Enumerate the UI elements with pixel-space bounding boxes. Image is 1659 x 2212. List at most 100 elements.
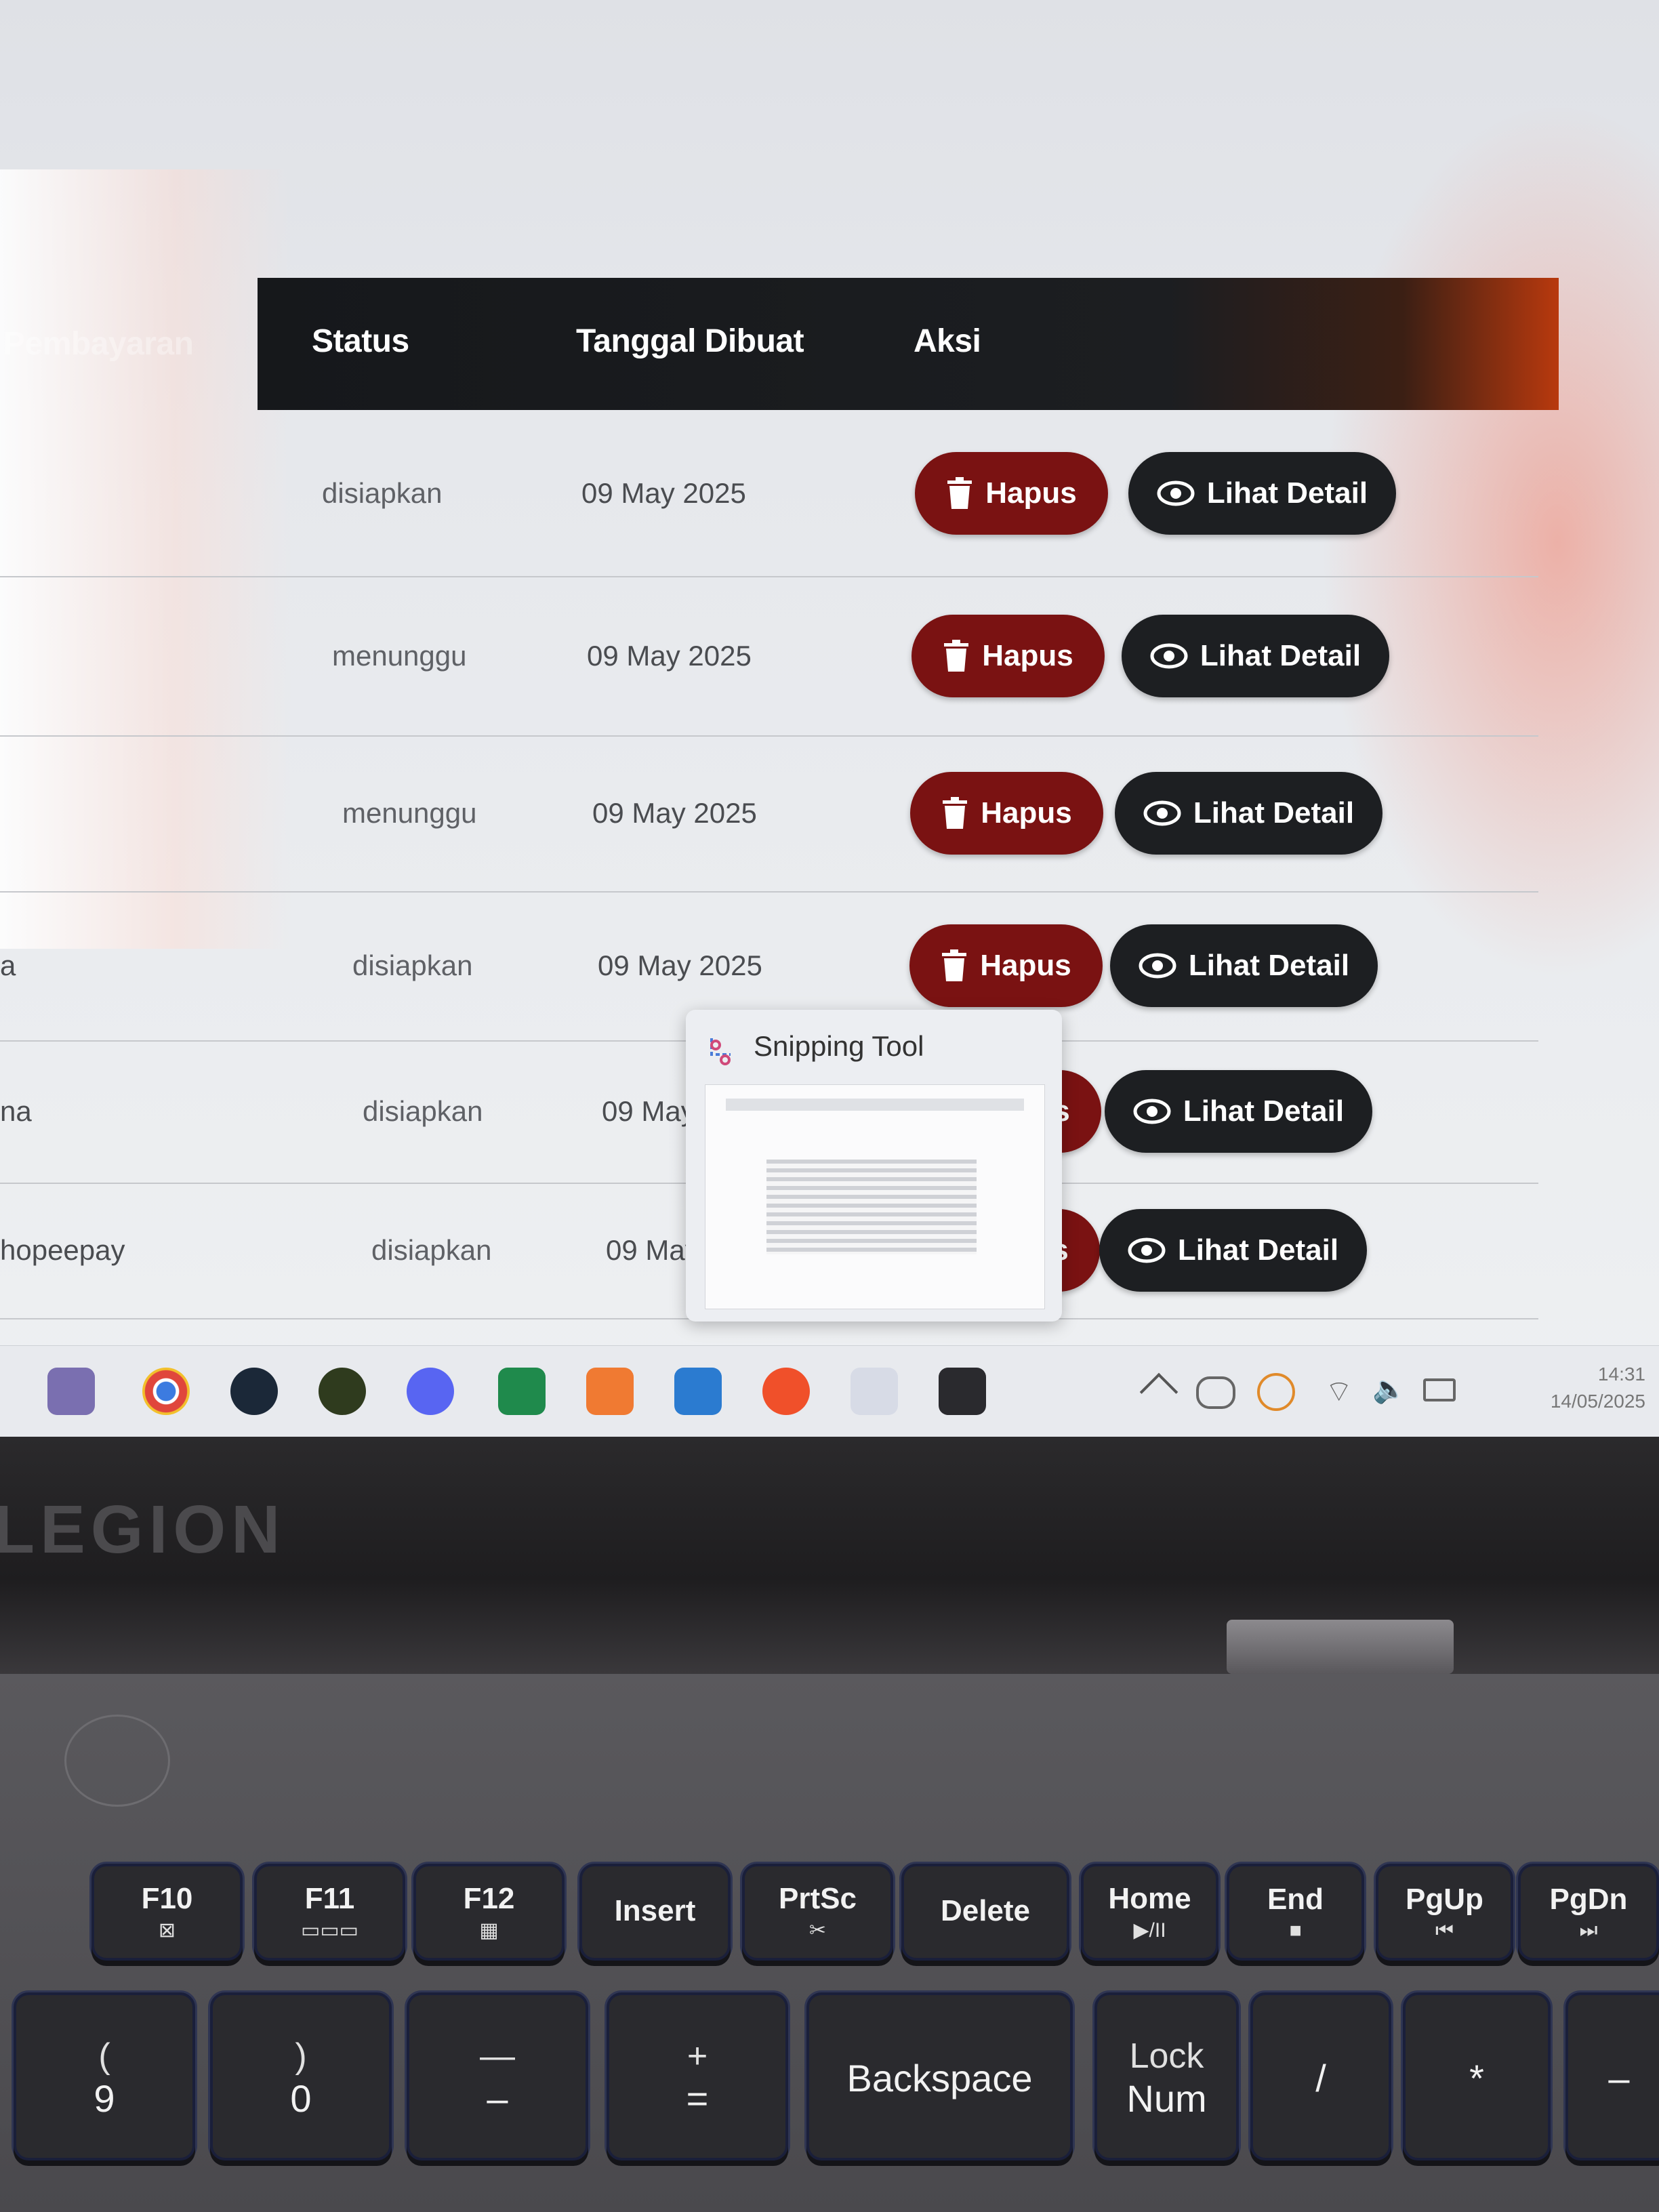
key-backspace[interactable]: Backspace bbox=[806, 1992, 1073, 2160]
trash-icon bbox=[947, 476, 972, 509]
hapus-button[interactable]: Hapus bbox=[912, 614, 1105, 697]
key-label: Home bbox=[1108, 1882, 1191, 1915]
key-end[interactable]: End ■ bbox=[1227, 1864, 1364, 1961]
brand-logo: LEGION bbox=[0, 1492, 286, 1568]
game-launcher-icon[interactable] bbox=[319, 1368, 366, 1415]
lihat-detail-button[interactable]: Lihat Detail bbox=[1122, 614, 1389, 697]
key-label: Insert bbox=[614, 1893, 696, 1927]
lihat-detail-label: Lihat Detail bbox=[1188, 949, 1350, 982]
key-equals[interactable]: + = bbox=[607, 1992, 788, 2160]
lihat-detail-button[interactable]: Lihat Detail bbox=[1105, 1070, 1372, 1153]
key-sublabel: ⏮ bbox=[1435, 1919, 1454, 1942]
status-cell: disiapkan bbox=[371, 1234, 492, 1266]
key-num-lock[interactable]: Lock Num bbox=[1094, 1992, 1239, 2160]
lihat-detail-button[interactable]: Lihat Detail bbox=[1128, 451, 1396, 535]
key-f10[interactable]: F10 ⊠ bbox=[91, 1864, 243, 1961]
eye-icon bbox=[1133, 1099, 1171, 1124]
header-pembayaran: Pembayaran bbox=[3, 326, 194, 362]
chrome-icon[interactable] bbox=[142, 1368, 190, 1415]
key-sublabel: ■ bbox=[1289, 1919, 1302, 1942]
key-sublabel: ▦ bbox=[479, 1919, 499, 1942]
chevron-up-icon[interactable] bbox=[1139, 1372, 1179, 1412]
eye-icon bbox=[1150, 643, 1188, 668]
status-cell: menunggu bbox=[332, 639, 467, 672]
key-asterisk[interactable]: * bbox=[1403, 1992, 1551, 2160]
power-button[interactable] bbox=[64, 1715, 170, 1807]
terminal-icon[interactable] bbox=[939, 1368, 986, 1415]
key-insert[interactable]: Insert bbox=[579, 1864, 731, 1961]
postman-icon[interactable] bbox=[762, 1368, 810, 1415]
clock-date: 14/05/2025 bbox=[1550, 1391, 1645, 1412]
eye-icon bbox=[1143, 800, 1181, 826]
snipping-tool-title: Snipping Tool bbox=[754, 1030, 924, 1062]
sync-icon[interactable] bbox=[1257, 1373, 1295, 1411]
key-label: PgDn bbox=[1549, 1882, 1628, 1916]
eye-icon bbox=[1128, 1237, 1166, 1263]
photos-icon[interactable] bbox=[47, 1368, 95, 1415]
date-cell: 09 May 2025 bbox=[587, 639, 752, 672]
table-row: disiapkan 09 May 2025 Hapus Lihat Detail bbox=[0, 410, 1538, 577]
snipping-tool-preview[interactable]: Snipping Tool bbox=[686, 1010, 1062, 1322]
volume-muted-icon[interactable]: 🔈 bbox=[1372, 1373, 1406, 1407]
hapus-label: Hapus bbox=[982, 638, 1073, 672]
key-home[interactable]: Home ▶/II bbox=[1081, 1864, 1218, 1961]
xampp-icon[interactable] bbox=[586, 1368, 634, 1415]
trash-icon bbox=[944, 639, 969, 672]
lihat-detail-button[interactable]: Lihat Detail bbox=[1115, 772, 1382, 855]
status-cell: menunggu bbox=[342, 797, 477, 829]
snipping-tool-icon bbox=[710, 1038, 731, 1065]
snipping-tool-thumbnail[interactable] bbox=[705, 1084, 1045, 1309]
key-delete[interactable]: Delete bbox=[901, 1864, 1069, 1961]
mail-icon[interactable] bbox=[498, 1368, 546, 1415]
onedrive-icon[interactable] bbox=[1196, 1376, 1235, 1409]
key-label: / bbox=[1315, 2056, 1326, 2100]
key-slash[interactable]: / bbox=[1250, 1992, 1391, 2160]
payment-method-cell: hopeepay bbox=[0, 1234, 125, 1266]
key-prtsc[interactable]: PrtSc ✂ bbox=[742, 1864, 893, 1961]
discord-icon[interactable] bbox=[407, 1368, 454, 1415]
lihat-detail-button[interactable]: Lihat Detail bbox=[1099, 1209, 1367, 1292]
table-row: menunggu 09 May 2025 Hapus Lihat Detail bbox=[0, 576, 1538, 737]
key-pgdn[interactable]: PgDn ⏭ bbox=[1518, 1864, 1659, 1961]
hapus-button[interactable]: Hapus bbox=[915, 451, 1108, 535]
hapus-label: Hapus bbox=[981, 796, 1072, 830]
trash-icon bbox=[943, 797, 968, 829]
key-0[interactable]: ) 0 bbox=[210, 1992, 392, 2160]
taskbar-clock[interactable]: 14:31 14/05/2025 bbox=[1551, 1361, 1645, 1415]
lihat-detail-label: Lihat Detail bbox=[1193, 796, 1355, 830]
lihat-detail-label: Lihat Detail bbox=[1206, 476, 1368, 510]
key-sublabel: ✂ bbox=[808, 1919, 827, 1942]
key-label: = bbox=[686, 2076, 709, 2120]
date-cell: 09 May bbox=[602, 1095, 695, 1127]
laptop-screen: Pembayaran Status Tanggal Dibuat Aksi di… bbox=[0, 0, 1659, 1437]
key-sublabel: ) bbox=[295, 2036, 307, 2076]
battery-icon[interactable] bbox=[1423, 1378, 1456, 1401]
vscode-icon[interactable] bbox=[674, 1368, 722, 1415]
key-minus[interactable]: — – bbox=[407, 1992, 588, 2160]
hapus-label: Hapus bbox=[985, 476, 1077, 510]
key-9[interactable]: (9 bbox=[14, 1992, 195, 2160]
key-pgup[interactable]: PgUp ⏮ bbox=[1376, 1864, 1513, 1961]
key-label: F11 bbox=[304, 1882, 355, 1915]
lihat-detail-label: Lihat Detail bbox=[1183, 1094, 1345, 1128]
steam-icon[interactable] bbox=[230, 1368, 278, 1415]
key-f12[interactable]: F12 ▦ bbox=[413, 1864, 565, 1961]
snipping-tool-taskbar-icon[interactable] bbox=[851, 1368, 898, 1415]
header-status: Status bbox=[312, 323, 409, 359]
key-label: End bbox=[1267, 1882, 1324, 1916]
trash-icon bbox=[942, 949, 967, 981]
key-sublabel: + bbox=[687, 2036, 708, 2076]
key-label: Delete bbox=[940, 1893, 1031, 1927]
key-sublabel: — bbox=[480, 2036, 515, 2076]
lihat-detail-label: Lihat Detail bbox=[1200, 638, 1361, 672]
hapus-button[interactable]: Hapus bbox=[910, 772, 1103, 855]
key-sublabel: Lock bbox=[1129, 2036, 1204, 2076]
key-label: Num bbox=[1126, 2076, 1207, 2120]
key-sublabel: ⊠ bbox=[158, 1919, 176, 1942]
wifi-icon[interactable]: ⌔ bbox=[1325, 1373, 1359, 1409]
lihat-detail-button[interactable]: Lihat Detail bbox=[1110, 924, 1378, 1007]
key-numpad-minus[interactable]: – bbox=[1565, 1992, 1659, 2160]
key-f11[interactable]: F11 ▭▭▭ bbox=[254, 1864, 405, 1961]
hapus-button[interactable]: Hapus bbox=[909, 924, 1103, 1007]
key-label: PrtSc bbox=[779, 1882, 857, 1915]
